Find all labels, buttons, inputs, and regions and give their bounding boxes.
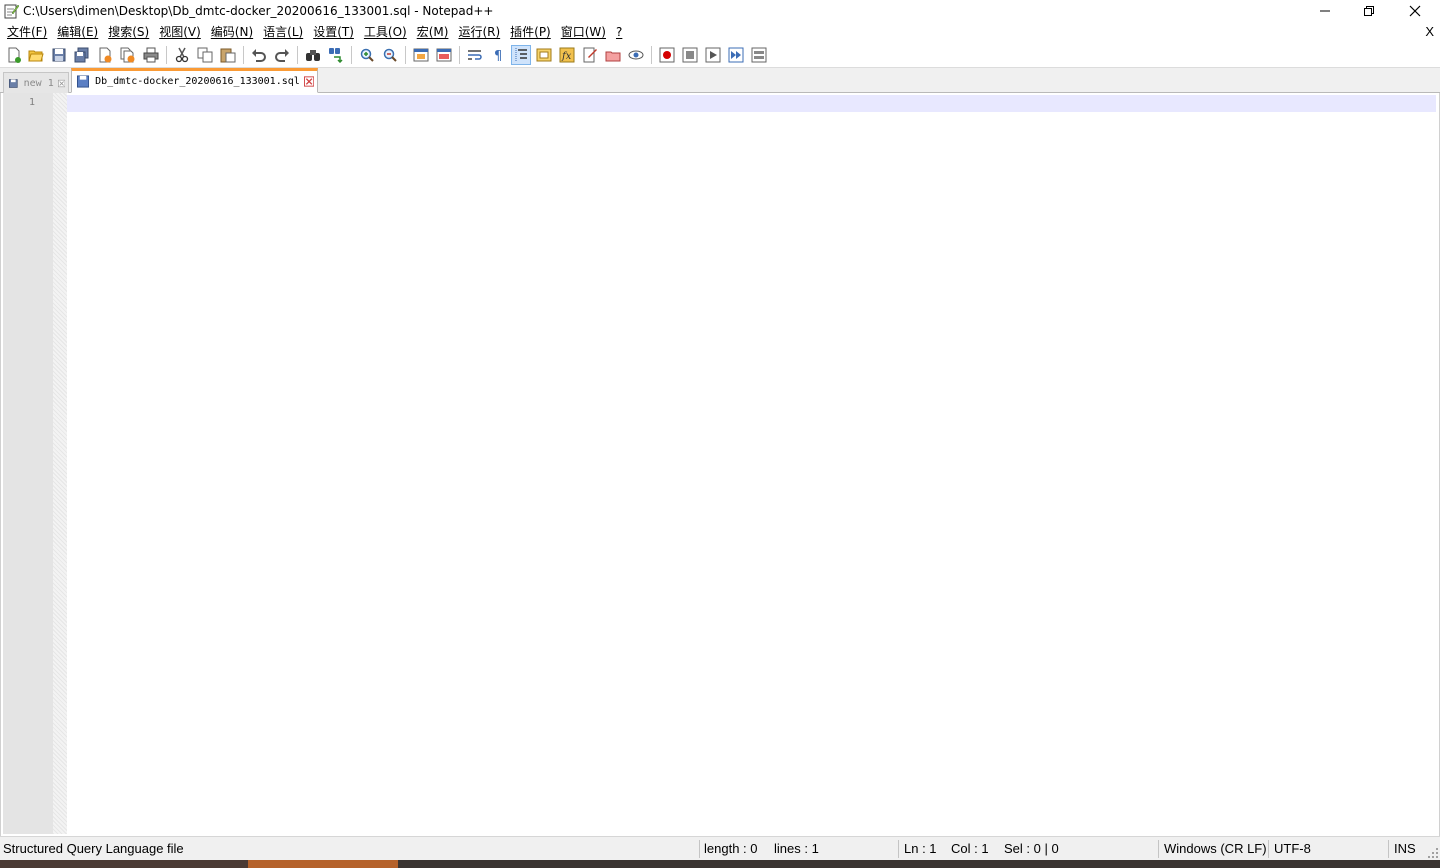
status-separator	[699, 840, 700, 858]
save-state-icon	[77, 75, 90, 88]
menu-settings[interactable]: 设置(T)	[308, 22, 359, 42]
title-bar: C:\Users\dimen\Desktop\Db_dmtc-docker_20…	[0, 0, 1440, 22]
encoding-label[interactable]: UTF-8	[1274, 837, 1311, 860]
play-macro-icon[interactable]	[703, 45, 723, 65]
notepadpp-app-icon[interactable]	[3, 3, 20, 19]
tab-new-1[interactable]: new 1	[3, 72, 69, 93]
status-separator	[1388, 840, 1389, 858]
save-macro-icon[interactable]	[749, 45, 769, 65]
tab-close-icon[interactable]	[57, 78, 65, 89]
doc-map-icon[interactable]	[534, 45, 554, 65]
taskbar-active-app[interactable]	[248, 860, 398, 868]
menu-view[interactable]: 视图(V)	[154, 22, 206, 42]
status-bar: Structured Query Language file length : …	[0, 836, 1440, 860]
indent-guide-icon[interactable]	[511, 45, 531, 65]
sync-vertical-icon[interactable]	[411, 45, 431, 65]
selection-label: Sel : 0 | 0	[1004, 841, 1059, 856]
record-macro-icon[interactable]	[657, 45, 677, 65]
menu-window[interactable]: 窗口(W)	[556, 22, 611, 42]
function-list-icon[interactable]: fx	[557, 45, 577, 65]
column-position-label: Col : 1	[951, 841, 989, 856]
menu-run[interactable]: 运行(R)	[453, 22, 505, 42]
copy-icon[interactable]	[195, 45, 215, 65]
menu-plugins[interactable]: 插件(P)	[505, 22, 556, 42]
document-list-icon[interactable]	[603, 45, 623, 65]
replace-icon[interactable]	[326, 45, 346, 65]
close-icon	[1409, 5, 1421, 17]
minimize-icon	[1320, 10, 1330, 12]
minimize-button[interactable]	[1302, 0, 1348, 22]
show-all-chars-icon[interactable]: ¶	[488, 45, 508, 65]
toolbar-separator	[459, 46, 460, 64]
menu-search[interactable]: 搜索(S)	[103, 22, 154, 42]
cut-icon[interactable]	[172, 45, 192, 65]
menu-language[interactable]: 语言(L)	[258, 22, 308, 42]
word-wrap-icon[interactable]	[465, 45, 485, 65]
run-macro-multiple-icon[interactable]	[726, 45, 746, 65]
close-file-icon[interactable]	[95, 45, 115, 65]
new-file-icon[interactable]	[4, 45, 24, 65]
save-state-icon	[9, 78, 18, 88]
editor-pane[interactable]: 1	[0, 93, 1440, 836]
menu-edit[interactable]: 编辑(E)	[52, 22, 103, 42]
toolbar-separator	[166, 46, 167, 64]
find-icon[interactable]	[303, 45, 323, 65]
restore-icon	[1364, 6, 1374, 16]
taskbar	[0, 860, 1440, 868]
restore-button[interactable]	[1346, 0, 1392, 22]
status-separator	[898, 840, 899, 858]
tab-bar: new 1 Db_dmtc-docker_20200616_133001.sql	[0, 68, 1440, 93]
sync-horizontal-icon[interactable]	[434, 45, 454, 65]
menu-bar: 文件(F) 编辑(E) 搜索(S) 视图(V) 编码(N) 语言(L) 设置(T…	[0, 22, 1440, 42]
redo-icon[interactable]	[272, 45, 292, 65]
lines-label: lines : 1	[774, 841, 819, 856]
toolbar-separator	[651, 46, 652, 64]
close-window-button[interactable]	[1392, 0, 1438, 22]
folder-workspace-icon[interactable]	[580, 45, 600, 65]
menu-help[interactable]: ?	[611, 22, 627, 42]
taskbar-left	[0, 860, 248, 868]
fold-margin[interactable]	[53, 93, 67, 834]
stop-record-icon[interactable]	[680, 45, 700, 65]
toolbar-separator	[405, 46, 406, 64]
eol-format-label[interactable]: Windows (CR LF)	[1164, 837, 1267, 860]
tab-close-icon[interactable]	[303, 76, 314, 87]
tab-label: new 1	[23, 77, 54, 89]
tab-label: Db_dmtc-docker_20200616_133001.sql	[95, 76, 300, 87]
line-number-margin: 1	[3, 93, 53, 834]
monitoring-icon[interactable]	[626, 45, 646, 65]
menu-macro[interactable]: 宏(M)	[412, 22, 454, 42]
undo-icon[interactable]	[249, 45, 269, 65]
menu-file[interactable]: 文件(F)	[2, 22, 52, 42]
line-position-label: Ln : 1	[904, 841, 937, 856]
file-type-label: Structured Query Language file	[3, 841, 184, 856]
status-separator	[1268, 840, 1269, 858]
insert-mode-label[interactable]: INS	[1394, 837, 1416, 860]
toolbar-separator	[243, 46, 244, 64]
toolbar: ¶ fx	[0, 42, 1440, 68]
print-icon[interactable]	[141, 45, 161, 65]
zoom-in-icon[interactable]	[357, 45, 377, 65]
window-title: C:\Users\dimen\Desktop\Db_dmtc-docker_20…	[23, 4, 494, 18]
menu-tools[interactable]: 工具(O)	[359, 22, 412, 42]
save-icon[interactable]	[49, 45, 69, 65]
close-all-icon[interactable]	[118, 45, 138, 65]
zoom-out-icon[interactable]	[380, 45, 400, 65]
status-separator	[1158, 840, 1159, 858]
svg-text:fx: fx	[561, 51, 572, 62]
paste-icon[interactable]	[218, 45, 238, 65]
toolbar-separator	[351, 46, 352, 64]
resize-grip-icon[interactable]	[1428, 848, 1438, 858]
text-area[interactable]	[67, 93, 1439, 836]
open-file-icon[interactable]	[26, 45, 46, 65]
length-label: length : 0	[704, 841, 758, 856]
line-number: 1	[28, 97, 35, 108]
save-all-icon[interactable]	[72, 45, 92, 65]
close-document-button[interactable]: X	[1425, 22, 1434, 42]
menu-encoding[interactable]: 编码(N)	[206, 22, 258, 42]
toolbar-separator	[297, 46, 298, 64]
tab-db-dmtc-docker-sql[interactable]: Db_dmtc-docker_20200616_133001.sql	[71, 68, 318, 93]
svg-text:¶: ¶	[494, 49, 502, 63]
